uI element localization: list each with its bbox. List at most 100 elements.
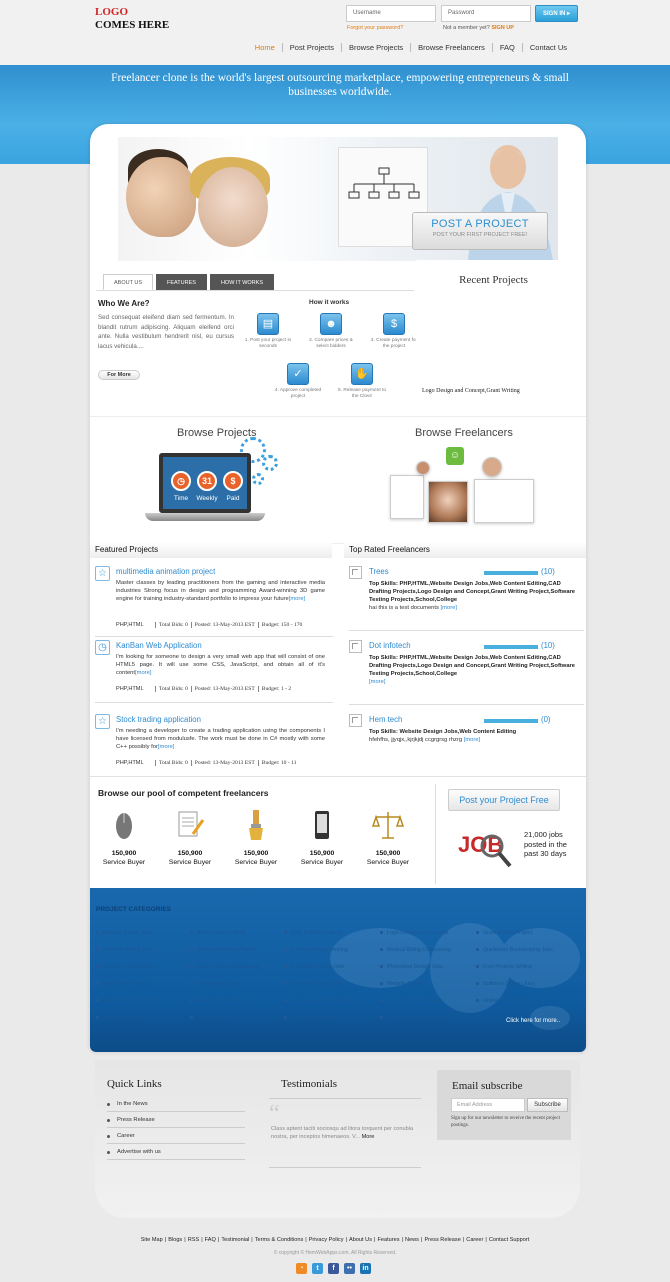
footer-link[interactable]: Career [466,1237,483,1243]
project-title-link[interactable]: Stock trading application [116,715,201,724]
category-link[interactable]: Search Engine Projects [380,998,442,1004]
project-title-link[interactable]: multimedia animation project [116,567,215,576]
project-title-link[interactable]: KanBan Web Application [116,641,202,650]
pool-item[interactable]: 150,900 Service Buyer [358,808,418,866]
category-link[interactable]: JavaScript Design Jobs [190,998,252,1004]
pool-item[interactable]: 150,900 Service Buyer [292,808,352,866]
category-link[interactable]: Software Programming [96,998,157,1004]
rss-icon[interactable]: ◔ [296,1263,307,1274]
quick-link-advertise[interactable]: Advertise with us [107,1146,245,1160]
sign-up-link[interactable]: SIGN UP [491,25,514,31]
category-link[interactable]: Excel Entry Outsourcing [380,1015,444,1021]
category-link[interactable]: Website Design Jobs [96,930,153,936]
freelancers-illustration[interactable]: ☺ [390,445,540,535]
category-link[interactable]: Software Projects [96,1015,145,1021]
nav-post-projects[interactable]: Post Projects [281,43,341,52]
more-link[interactable]: [more] [441,605,457,611]
category-link[interactable]: Graphic Presentation [96,964,153,970]
browse-freelancers-title[interactable]: Browse Freelancers [415,427,513,439]
category-link[interactable]: Medical Billing Outsourcing [380,947,451,953]
quick-link-career[interactable]: Career [107,1130,245,1144]
category-link[interactable]: Freelance Programming [284,947,348,953]
footer-link[interactable]: Blogs [168,1237,182,1243]
email-input[interactable]: Email Address [451,1098,525,1112]
recent-project-item[interactable]: Logo Design and Concept,Grant Writing [422,388,520,394]
facebook-icon[interactable]: f [328,1263,339,1274]
category-link[interactable]: Web Services Outsourcing [190,964,260,970]
category-link[interactable]: Grant Writing Project [476,930,532,936]
for-more-button[interactable]: For More [98,370,140,380]
password-input[interactable]: Password [441,5,531,22]
category-link[interactable]: Illustrator Graphic Jobs [284,981,345,987]
click-here-more-link[interactable]: Click here for more.. [506,1018,560,1024]
logo[interactable]: LOGO COMES HERE [95,6,169,32]
nav-browse-freelancers[interactable]: Browse Freelancers [410,43,492,52]
category-link[interactable]: IPhone Development [284,1015,340,1021]
freelancer-name-link[interactable]: Hem tech [369,715,402,724]
category-link[interactable]: Virtual Rangers [190,1015,233,1021]
pool-label: Service Buyer [366,859,410,866]
linkedin-icon[interactable]: in [360,1263,371,1274]
freelancer-name-link[interactable]: Trees [369,567,389,576]
quick-link-press[interactable]: Press Release [107,1114,245,1128]
category-link[interactable]: Wordpress Jobs Freelance [284,998,354,1004]
footer-link[interactable]: About Us [349,1237,372,1243]
category-link[interactable]: Flex Flash Projects [96,981,148,987]
more-link[interactable]: [more] [464,737,480,743]
footer-link[interactable]: RSS [188,1237,200,1243]
footer-link[interactable]: FAQ [205,1237,216,1243]
subscribe-note: Sign up for our newsletter to receive th… [451,1116,560,1128]
category-link[interactable]: Photoshop Design Jobs [380,964,443,970]
footer-link[interactable]: Terms & Conditions [255,1237,304,1243]
pool-item[interactable]: 150,900 Service Buyer [94,808,154,866]
nav-browse-projects[interactable]: Browse Projects [340,43,410,52]
category-link[interactable]: Ecommerce Web Jobs [284,964,344,970]
forgot-password-link[interactable]: Forgot your password? [347,25,403,31]
document-pencil-icon [178,811,205,837]
more-link[interactable]: [more] [289,596,305,602]
testimonial-more-link[interactable]: More [362,1134,375,1140]
more-link[interactable]: [more] [158,744,174,750]
quick-link-news[interactable]: In the News [107,1098,245,1112]
category-link[interactable]: Web Content Editing [190,930,246,936]
username-input[interactable]: Username [346,5,436,22]
category-link[interactable]: Logo Design and Concept [380,930,448,936]
footer-link[interactable]: Privacy Policy [309,1237,344,1243]
footer-link[interactable]: Testimonial [221,1237,249,1243]
twitter-icon[interactable]: t [312,1263,323,1274]
tab-features[interactable]: FEATURES [156,274,207,290]
post-project-banner[interactable]: POST A PROJECT POST YOUR FIRST PROJECT F… [412,212,548,250]
nav-faq[interactable]: FAQ [491,43,522,52]
category-link[interactable]: 3D Animation Jobs [190,981,241,987]
tab-how-it-works[interactable]: HOW IT WORKS [209,274,275,290]
nav-contact-us[interactable]: Contact Us [521,43,574,52]
category-link[interactable]: CAD Drafting Projects [284,930,343,936]
nav-home[interactable]: Home [248,43,282,52]
category-link[interactable]: Website Projects [380,981,427,987]
more-link[interactable]: [more] [135,670,151,676]
flickr-icon[interactable]: •• [344,1263,355,1274]
pool-item[interactable]: 150,900 Service Buyer [226,808,286,866]
category-link[interactable]: Creative Writing Jobs [96,947,153,953]
footer-link[interactable]: Site Map [141,1237,163,1243]
post-project-free-button[interactable]: Post your Project Free [448,789,560,811]
category-link[interactable]: Online Writing Projects [476,998,537,1004]
footer-link[interactable]: Press Release [424,1237,460,1243]
footer-link[interactable]: Features [377,1237,399,1243]
pool-item[interactable]: 150,900 Service Buyer [160,808,220,866]
header: LOGO COMES HERE Username Password SIGN I… [0,0,670,65]
footer-link[interactable]: News [405,1237,419,1243]
tab-about-us[interactable]: ABOUT US [103,274,154,290]
category-link[interactable]: Software Testing Projects [190,947,257,953]
sign-in-button[interactable]: SIGN IN ▸ [535,5,578,22]
category-link[interactable]: Quickbook Bookkeeping Jobs [476,947,553,953]
category-link[interactable]: Free Projects Writing [476,964,532,970]
browse-projects-title[interactable]: Browse Projects [177,427,256,439]
who-we-are-text: Sed consequat eleifend diam sed fermentu… [98,314,234,350]
freelancer-name-link[interactable]: Dot infotech [369,641,411,650]
footer-link[interactable]: Contact Support [489,1237,529,1243]
laptop-illustration[interactable]: ◷ 31 $ Time Weekly Paid [145,449,265,529]
category-link[interactable]: Software Design Jobs [476,981,535,987]
subscribe-button[interactable]: Subscribe [527,1098,568,1112]
more-link[interactable]: [more] [369,679,385,685]
